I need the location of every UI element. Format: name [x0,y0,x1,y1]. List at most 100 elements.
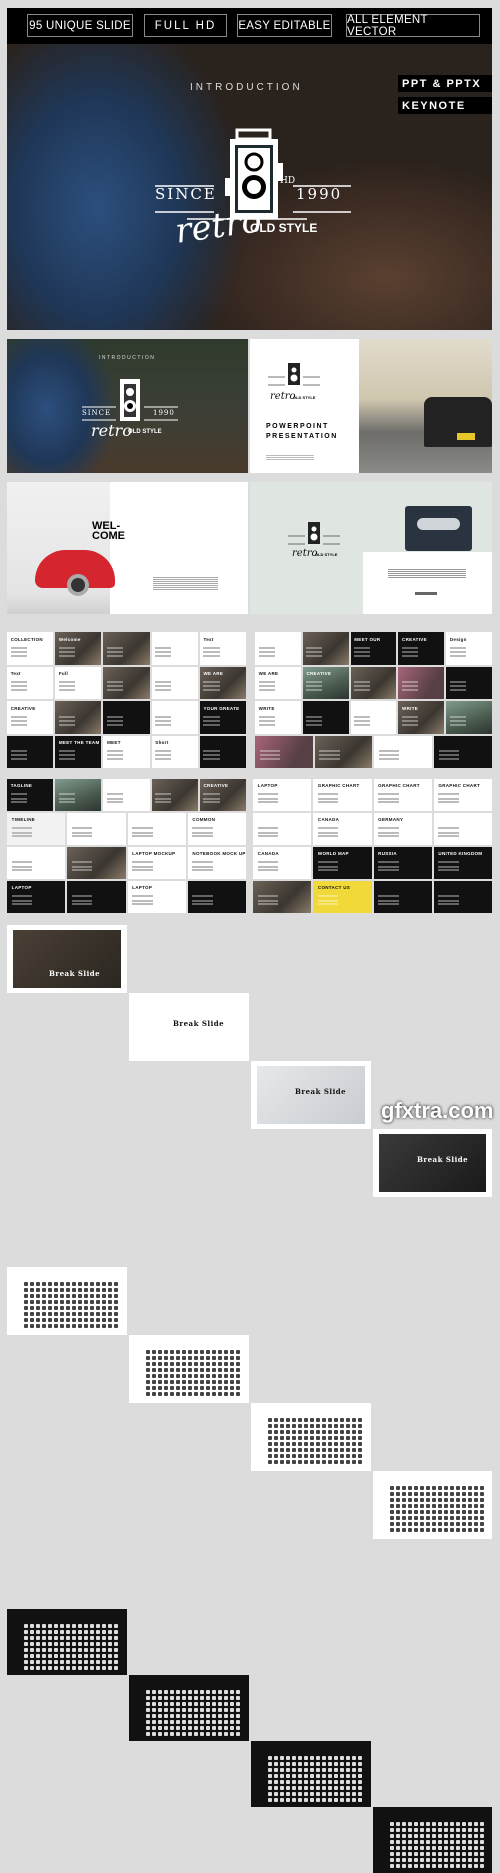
pictogram-icon [29,1635,34,1640]
slide-thumbnail[interactable]: WE ARE [199,666,246,699]
slide-thumbnail[interactable]: WORLD MAP [313,847,372,879]
slide-thumbnail[interactable] [253,813,312,845]
slide-thumbnail[interactable]: Design [446,632,492,665]
slide-thumbnail[interactable]: CANADA [253,847,312,879]
text-line [58,797,76,800]
slide-thumbnail[interactable] [103,632,150,665]
slide-thumbnail[interactable]: MEET THE TEAM [55,735,102,768]
break-slide-thumbnail[interactable]: Break Slide [373,1129,492,1197]
slide-thumbnail[interactable] [67,847,126,879]
break-slide-thumbnail[interactable]: Break Slide [251,1061,371,1129]
slide-thumbnail[interactable] [433,881,492,913]
slide-thumbnail[interactable]: COMMON [187,813,246,845]
slide-thumbnail[interactable]: UNITED KINGDOM [433,847,492,879]
pictogram-icon [467,1851,472,1856]
slide-thumbnail[interactable] [151,666,198,699]
pictogram-icon [443,1527,448,1532]
slide-thumbnail[interactable]: WRITE [255,701,301,734]
icon-set-slide[interactable] [129,1675,249,1741]
slide-thumbnail[interactable] [302,632,349,665]
slide-thumbnail[interactable] [255,632,301,665]
slide-thumbnail[interactable] [55,779,102,811]
pictogram-icon [395,1509,400,1514]
slide-thumbnail[interactable]: CONTACT US [313,881,372,913]
slide-thumbnail[interactable] [434,735,492,768]
slide-thumbnail[interactable] [374,735,433,768]
slide-thumbnail[interactable] [253,881,312,913]
slide-thumbnail[interactable] [350,666,397,699]
slide-thumbnail[interactable] [199,735,246,768]
pictogram-icon [157,1725,162,1730]
pictogram-icon [95,1653,100,1658]
icon-set-slide[interactable] [7,1267,127,1335]
slide-thumbnail[interactable] [151,701,198,734]
slide-thumbnail[interactable] [314,735,373,768]
icon-set-slide[interactable] [7,1609,127,1675]
icon-set-slide[interactable] [251,1741,371,1807]
slide-thumbnail[interactable] [7,847,66,879]
break-slide-thumbnail[interactable]: Break Slide [129,993,249,1061]
slide-thumbnail[interactable] [446,666,492,699]
slide-thumbnail[interactable]: TAGLINE [7,779,54,811]
icon-set-slide[interactable] [251,1403,371,1471]
slide-thumbnail[interactable]: CANADA [313,813,372,845]
slide-thumbnail[interactable] [433,813,492,845]
break-slide-thumbnail[interactable]: Break Slide [7,925,127,993]
icon-set-slide[interactable] [373,1807,492,1873]
slide-thumbnail[interactable] [302,701,349,734]
slide-thumbnail[interactable]: WRITE [398,701,445,734]
slide-thumbnail[interactable] [151,632,198,665]
slide-thumbnail[interactable]: GRAPHIC CHART [373,779,432,811]
slide-thumbnail[interactable] [446,701,492,734]
slide-thumbnail[interactable]: LAPTOP [7,881,66,913]
slide-thumbnail[interactable]: CREATIVE [398,632,445,665]
slide-thumbnail[interactable] [151,779,198,811]
slide-thumbnail[interactable] [398,666,445,699]
slide-thumbnail[interactable] [103,701,150,734]
slide-thumbnail[interactable]: LAPTOP [127,881,186,913]
slide-powerpoint[interactable]: retro OLD STYLE POWERPOINT PRESENTATION [250,339,492,473]
pictogram-icon [303,1779,308,1784]
slide-thumbnail[interactable]: TIMELINE [7,813,66,845]
slide-intro[interactable]: INTRODUCTION SINCE 1990 retro OLD STYLE [7,339,248,473]
slide-thumbnail[interactable]: Welcome [55,632,102,665]
slide-thumbnail[interactable] [127,813,186,845]
slide-thumbnail[interactable]: GRAPHIC CHART [313,779,372,811]
slide-thumbnail[interactable]: Text [199,632,246,665]
slide-thumbnail[interactable]: CREATIVE [302,666,349,699]
slide-cassette[interactable]: retro OLD STYLE [250,482,492,614]
slide-thumbnail[interactable]: Short [151,735,198,768]
slide-thumbnail[interactable]: Full [55,666,102,699]
icon-set-slide[interactable] [373,1471,492,1539]
pictogram-icon [461,1509,466,1514]
slide-thumbnail[interactable]: WE ARE [255,666,301,699]
slide-thumbnail[interactable] [67,881,126,913]
slide-thumbnail[interactable]: RUSSIA [373,847,432,879]
slide-thumbnail[interactable]: GRAPHIC CHART [433,779,492,811]
slide-thumbnail[interactable] [373,881,432,913]
slide-thumbnail[interactable]: COLLECTION [7,632,54,665]
slide-welcome[interactable]: WEL- COME [7,482,248,614]
pictogram-icon [199,1379,204,1384]
pictogram-icon [303,1417,308,1422]
slide-thumbnail[interactable]: LAPTOP [253,779,312,811]
slide-thumbnail[interactable]: NOTEBOOK MOCK UP [187,847,246,879]
slide-thumbnail[interactable]: CREATIVE [7,701,54,734]
slide-thumbnail[interactable] [103,779,150,811]
slide-thumbnail[interactable] [187,881,246,913]
pictogram-icon [285,1797,290,1802]
slide-thumbnail[interactable]: Text [7,666,54,699]
slide-thumbnail[interactable]: MEET [103,735,150,768]
slide-thumbnail[interactable]: CREATIVE [199,779,246,811]
slide-thumbnail[interactable] [55,701,102,734]
slide-thumbnail[interactable] [7,735,54,768]
slide-thumbnail[interactable] [350,701,397,734]
slide-thumbnail[interactable] [67,813,126,845]
slide-thumbnail[interactable]: MEET OUR [350,632,397,665]
slide-thumbnail[interactable]: YOUR GREATE [199,701,246,734]
slide-thumbnail[interactable]: LAPTOP MOCKUP [127,847,186,879]
icon-set-slide[interactable] [129,1335,249,1403]
slide-thumbnail[interactable] [255,735,313,768]
slide-thumbnail[interactable] [103,666,150,699]
slide-thumbnail[interactable]: GERMANY [373,813,432,845]
